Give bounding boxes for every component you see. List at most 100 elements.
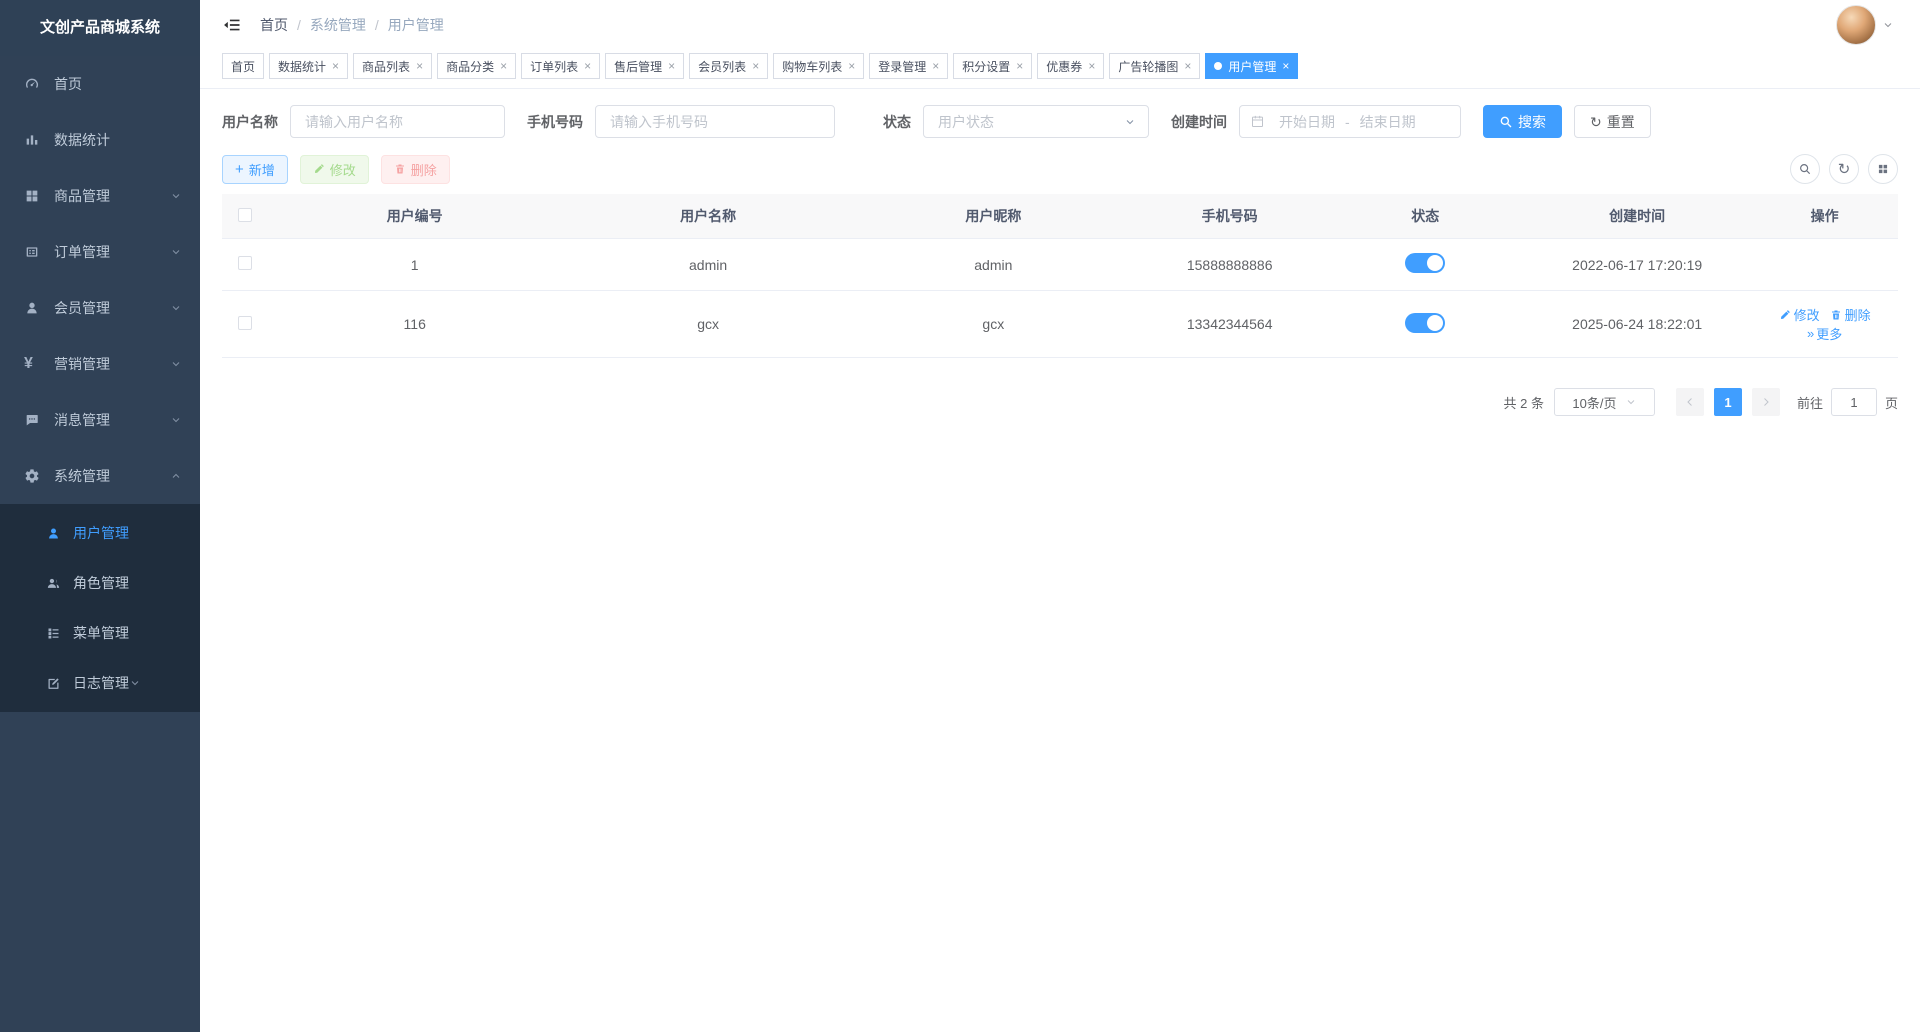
tab-aftersale[interactable]: 售后管理 ×	[605, 53, 685, 79]
tab-close-icon[interactable]: ×	[848, 60, 855, 72]
tab-label: 登录管理	[878, 59, 927, 74]
date-start-input[interactable]	[1271, 113, 1343, 130]
tab-close-icon[interactable]: ×	[416, 60, 423, 72]
edit-button[interactable]: 修改	[299, 154, 369, 184]
table-tools: ↻	[1781, 154, 1898, 184]
show-search-button[interactable]	[1790, 154, 1820, 184]
chevron-down-icon	[170, 246, 182, 258]
chevron-down-icon	[170, 414, 182, 426]
tab-close-icon[interactable]: ×	[332, 60, 339, 72]
pen-icon	[1780, 309, 1790, 319]
select-all-checkbox[interactable]	[238, 207, 252, 222]
active-tab-dot	[1214, 62, 1223, 70]
tab-close-icon[interactable]: ×	[752, 60, 759, 72]
tab-close-icon[interactable]: ×	[932, 60, 939, 72]
avatar[interactable]	[1836, 5, 1876, 45]
breadcrumb-home[interactable]: 首页	[260, 15, 288, 35]
tab-close-icon[interactable]: ×	[668, 60, 675, 72]
status-toggle[interactable]	[1405, 312, 1446, 333]
sidebar-item-users[interactable]: 用户管理	[0, 508, 200, 558]
sidebar-item-members[interactable]: 会员管理	[0, 280, 200, 336]
row-more-link[interactable]: » 更多	[1807, 324, 1842, 343]
users-table: 用户编号 用户名称 用户昵称 手机号码 状态 创建时间 操作 1 admin a…	[222, 194, 1898, 358]
columns-button[interactable]	[1868, 154, 1898, 184]
refresh-icon: ↻	[1837, 160, 1851, 178]
add-button[interactable]: + 新增	[222, 154, 288, 184]
sidebar-item-orders[interactable]: 订单管理	[0, 224, 200, 280]
sidebar-item-stats[interactable]: 数据统计	[0, 112, 200, 168]
current-page-button[interactable]: 1	[1713, 388, 1742, 416]
cell-created: 2025-06-24 18:22:01	[1523, 290, 1752, 358]
tab-product-list[interactable]: 商品列表 ×	[353, 53, 433, 79]
tab-close-icon[interactable]: ×	[1088, 60, 1095, 72]
goto-page-input[interactable]	[1830, 388, 1877, 416]
status-toggle[interactable]	[1405, 253, 1446, 273]
tab-close-icon[interactable]: ×	[1184, 60, 1191, 72]
search-button[interactable]: 搜索	[1483, 105, 1562, 138]
status-select[interactable]: 用户状态	[923, 105, 1149, 138]
row-delete-link[interactable]: 删除	[1830, 305, 1871, 324]
sidebar-item-menus[interactable]: 菜单管理	[0, 608, 200, 658]
date-end-input[interactable]	[1351, 113, 1424, 130]
header-status: 状态	[1327, 194, 1524, 239]
tab-label: 广告轮播图	[1118, 59, 1179, 74]
calendar-icon	[24, 244, 40, 260]
sidebar-item-home[interactable]: 首页	[0, 56, 200, 112]
refresh-table-button[interactable]: ↻	[1829, 154, 1859, 184]
sidebar-item-roles[interactable]: 角色管理	[0, 558, 200, 608]
tab-label: 数据统计	[278, 59, 327, 74]
tab-data-stats[interactable]: 数据统计 ×	[269, 53, 349, 79]
tab-points[interactable]: 积分设置 ×	[953, 53, 1033, 79]
tab-banner[interactable]: 广告轮播图 ×	[1109, 53, 1201, 79]
tabs-bar: 首页 数据统计 × 商品列表 × 商品分类 × 订单列表 × 售后管理 × 会员列表 × 购…	[200, 50, 1920, 89]
chevron-down-icon	[129, 677, 141, 689]
tab-coupon[interactable]: 优惠券 ×	[1037, 53, 1105, 79]
prev-page-button[interactable]	[1675, 388, 1704, 416]
tab-close-icon[interactable]: ×	[500, 60, 507, 72]
pen-icon	[313, 163, 325, 175]
calendar-icon	[1250, 114, 1265, 129]
tab-order-list[interactable]: 订单列表 ×	[521, 53, 601, 79]
breadcrumb-system: 系统管理	[309, 17, 366, 33]
username-input[interactable]	[290, 105, 505, 138]
tab-user-mgmt-active[interactable]: 用户管理 ×	[1205, 53, 1299, 79]
page-size-select[interactable]: 10条/页	[1553, 388, 1655, 416]
tab-close-icon[interactable]: ×	[1282, 60, 1289, 72]
sidebar-item-marketing[interactable]: ¥ 营销管理	[0, 336, 200, 392]
caret-down-icon[interactable]	[1882, 19, 1894, 31]
delete-button-label: 删除	[410, 162, 437, 178]
breadcrumb-separator: /	[297, 17, 301, 33]
sidebar: 文创产品商城系统 首页 数据统计 商品管理 订单管理 会员管理 ¥ 营销管理 消…	[0, 0, 200, 1032]
header-actions: 操作	[1751, 194, 1898, 239]
user-menu[interactable]	[1836, 5, 1894, 45]
sidebar-item-messages[interactable]: 消息管理	[0, 392, 200, 448]
tab-close-icon[interactable]: ×	[584, 60, 591, 72]
username-group: 用户名称	[222, 105, 505, 138]
tab-cart-list[interactable]: 购物车列表 ×	[773, 53, 865, 79]
phone-input[interactable]	[595, 105, 835, 138]
date-range-picker[interactable]: -	[1239, 105, 1461, 138]
gauge-icon	[24, 76, 40, 92]
chevron-down-icon	[170, 302, 182, 314]
sidebar-item-label: 首页	[54, 76, 82, 92]
sidebar-fold-icon[interactable]	[222, 15, 242, 35]
sidebar-item-logs[interactable]: 日志管理	[0, 658, 200, 708]
tab-home[interactable]: 首页	[222, 53, 265, 79]
row-checkbox[interactable]	[238, 315, 252, 330]
bar-chart-icon	[24, 132, 40, 148]
delete-button[interactable]: 删除	[380, 154, 450, 184]
sidebar-item-system[interactable]: 系统管理	[0, 448, 200, 504]
row-edit-link[interactable]: 修改	[1779, 305, 1820, 324]
row-checkbox[interactable]	[238, 256, 252, 270]
tab-login-mgmt[interactable]: 登录管理 ×	[869, 53, 949, 79]
sidebar-item-label: 角色管理	[73, 575, 129, 591]
sidebar-item-products[interactable]: 商品管理	[0, 168, 200, 224]
reset-button[interactable]: ↻ 重置	[1574, 105, 1651, 138]
tab-label: 积分设置	[962, 59, 1011, 74]
tab-close-icon[interactable]: ×	[1016, 60, 1023, 72]
table-row: 116 gcx gcx 13342344564 2025-06-24 18:22…	[222, 290, 1898, 358]
next-page-button[interactable]	[1751, 388, 1780, 416]
tab-member-list[interactable]: 会员列表 ×	[689, 53, 769, 79]
tab-product-category[interactable]: 商品分类 ×	[437, 53, 517, 79]
sidebar-item-label: 会员管理	[54, 300, 110, 316]
